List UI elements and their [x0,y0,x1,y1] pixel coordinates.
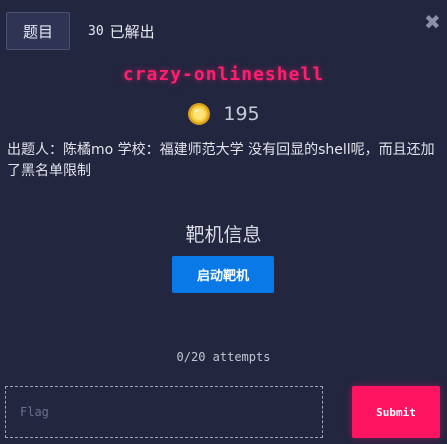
solves-label: 已解出 [109,22,155,41]
solves-count: 30 [88,23,104,39]
start-target-button[interactable]: 启动靶机 [172,256,274,293]
challenge-points: 195 [223,103,260,125]
target-heading: 靶机信息 [185,224,262,246]
coin-icon [188,103,211,125]
attempts-counter: 0/20 attempts [176,350,271,364]
tab-challenge[interactable]: 题目 [6,12,70,50]
points-row: 195 [0,101,447,127]
challenge-title: crazy-onlineshell [122,64,325,85]
tab-bar: 题目 30 已解出 ✖ [0,0,447,62]
challenge-description: 出题人：陈橘mo 学校：福建师范大学 没有回显的shell呢，而且还加了黑名单限… [7,142,435,179]
submit-button[interactable]: Submit [352,386,440,438]
challenge-modal: 题目 30 已解出 ✖ crazy-onlineshell 195 出题人：陈橘… [0,0,447,444]
close-icon[interactable]: ✖ [424,12,441,32]
flag-input[interactable] [5,386,323,438]
tab-solves[interactable]: 30 已解出 [88,12,155,50]
